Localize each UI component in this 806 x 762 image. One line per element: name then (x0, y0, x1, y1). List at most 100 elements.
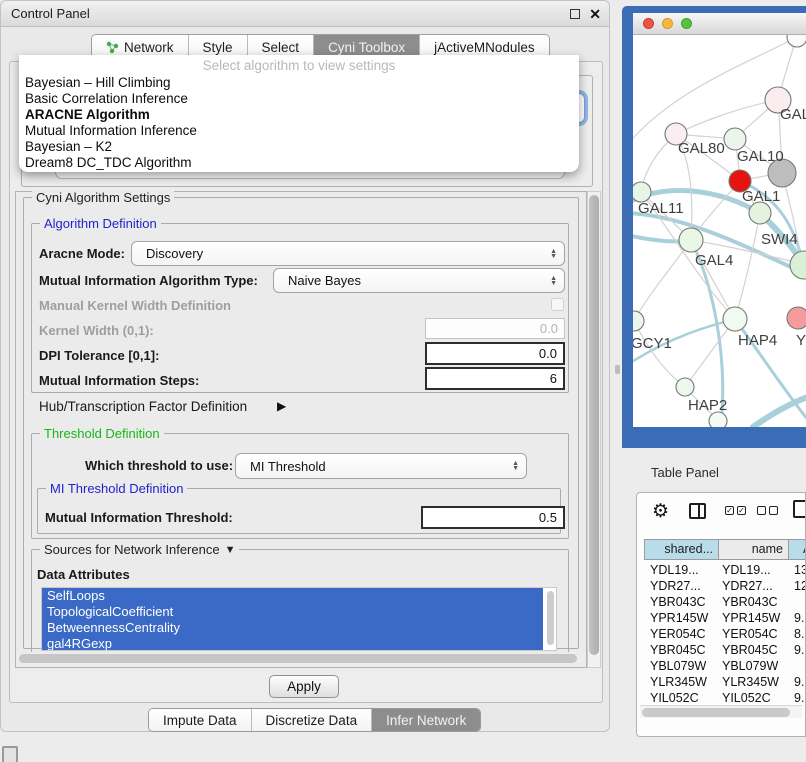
collapse-down-icon[interactable]: ▼ (225, 544, 236, 556)
minimize-traffic-light-icon[interactable] (662, 18, 673, 29)
column-header-name[interactable]: name (718, 539, 789, 560)
cell[interactable]: YBR043C (650, 594, 706, 611)
kernel-width-input[interactable]: 0.0 (425, 318, 565, 339)
apply-button[interactable]: Apply (269, 675, 339, 698)
dropdown-item[interactable]: Bayesian – Hill Climbing (19, 75, 579, 91)
close-icon[interactable]: ✕ (589, 5, 601, 23)
cell[interactable]: 9. (794, 642, 804, 659)
mi-type-combobox[interactable]: Naive Bayes ▲▼ (273, 268, 565, 293)
column-header-shared-name[interactable]: shared... (644, 539, 719, 560)
mi-steps-input[interactable]: 6 (425, 367, 565, 390)
mi-threshold-input[interactable]: 0.5 (421, 506, 565, 529)
tab-infer-network-label: Infer Network (386, 713, 466, 728)
node[interactable] (749, 202, 771, 224)
tab-discretize-data[interactable]: Discretize Data (252, 709, 373, 731)
node-label: Y (796, 332, 806, 349)
cell[interactable]: YBL079W (650, 658, 706, 675)
bottom-tabs: Impute Data Discretize Data Infer Networ… (148, 708, 481, 732)
node-gal10[interactable] (724, 128, 746, 150)
cell[interactable]: YER054C (722, 626, 778, 643)
cell[interactable]: YDR27... (650, 578, 701, 595)
tab-cyni-toolbox-label: Cyni Toolbox (328, 40, 405, 55)
cell[interactable]: YBR045C (650, 642, 706, 659)
column-header-cut[interactable]: A (788, 539, 806, 560)
select-all-checkboxes-icon[interactable]: ✓✓ (725, 506, 746, 515)
list-vertical-scrollbar[interactable] (546, 590, 555, 648)
cell[interactable]: YDL19... (650, 562, 699, 579)
tab-jactivemnodules-label: jActiveMNodules (434, 40, 535, 55)
list-item[interactable]: gal4RGexp (42, 636, 543, 651)
tab-network-label: Network (124, 40, 174, 55)
node-hap2[interactable] (676, 378, 694, 396)
tab-impute-data[interactable]: Impute Data (149, 709, 252, 731)
cell[interactable]: 8. (794, 626, 804, 643)
combo-arrows-icon: ▲▼ (550, 249, 557, 259)
manual-kernel-checkbox[interactable] (551, 298, 564, 311)
mi-steps-label: Mutual Information Steps: (39, 373, 199, 388)
list-item[interactable]: SelfLoops (42, 588, 543, 604)
node[interactable] (709, 412, 727, 427)
tab-infer-network[interactable]: Infer Network (372, 709, 480, 731)
node-hap4[interactable] (723, 307, 747, 331)
expand-right-icon[interactable]: ▶ (277, 399, 286, 413)
which-threshold-combobox[interactable]: MI Threshold ▲▼ (235, 453, 527, 479)
list-item[interactable]: TopologicalCoefficient (42, 604, 543, 620)
dpi-tolerance-input[interactable]: 0.0 (425, 342, 565, 365)
cell[interactable]: YLR345W (650, 674, 707, 691)
table-scrollbar-thumb[interactable] (642, 708, 790, 717)
list-scrollbar-thumb[interactable] (547, 591, 554, 645)
mi-threshold-label: Mutual Information Threshold: (45, 510, 233, 525)
table-horizontal-scrollbar[interactable] (640, 705, 802, 718)
aracne-mode-label: Aracne Mode: (39, 246, 125, 261)
dropdown-item-selected[interactable]: ARACNE Algorithm (19, 107, 579, 123)
mi-type-value: Naive Bayes (288, 273, 361, 288)
which-threshold-value: MI Threshold (250, 459, 326, 474)
network-canvas[interactable]: GAL GAL80 GAL10 GAL1 GAL11 SWI4 GAL4 GCY… (633, 35, 806, 427)
horizontal-scrollbar-thumb[interactable] (19, 654, 577, 663)
cell[interactable]: YDR27... (722, 578, 773, 595)
dropdown-item[interactable]: Basic Correlation Inference (19, 91, 579, 107)
node-gal4[interactable] (679, 228, 703, 252)
close-traffic-light-icon[interactable] (643, 18, 654, 29)
node[interactable] (787, 35, 806, 47)
dropdown-item[interactable]: Bayesian – K2 (19, 139, 579, 155)
cell[interactable]: YPR145W (722, 610, 780, 627)
control-panel-titlebar: Control Panel ✕ (1, 1, 609, 27)
node-gcy1[interactable] (633, 311, 644, 331)
cell[interactable]: YER054C (650, 626, 706, 643)
vertical-scrollbar[interactable] (587, 191, 601, 668)
float-window-icon[interactable] (570, 9, 580, 19)
dropdown-item[interactable]: Dream8 DC_TDC Algorithm (19, 155, 579, 171)
list-item[interactable]: BetweennessCentrality (42, 620, 543, 636)
network-icon (106, 41, 119, 54)
cell[interactable]: YBR043C (722, 594, 778, 611)
node[interactable] (790, 251, 806, 279)
control-panel-title: Control Panel (11, 6, 90, 21)
node-gal11[interactable] (633, 182, 651, 202)
new-table-icon[interactable] (793, 500, 806, 518)
aracne-mode-combobox[interactable]: Discovery ▲▼ (131, 241, 565, 266)
vertical-scrollbar-thumb[interactable] (589, 195, 599, 655)
node-salmon[interactable] (787, 307, 806, 329)
dropdown-item[interactable]: Mutual Information Inference (19, 123, 579, 139)
node-label: GAL80 (678, 140, 725, 157)
node-label: GAL (780, 106, 806, 123)
gear-icon[interactable]: ⚙ (652, 502, 669, 521)
cell[interactable]: 9. (794, 610, 804, 627)
columns-icon[interactable] (689, 503, 706, 519)
split-pane-handle[interactable] (615, 365, 620, 374)
cell[interactable]: YLR345W (722, 674, 779, 691)
table-panel-title: Table Panel (651, 465, 719, 480)
cell[interactable]: YBL079W (722, 658, 778, 675)
combo-arrows-icon: ▲▼ (512, 461, 519, 471)
cell[interactable]: YPR145W (650, 610, 708, 627)
cell[interactable]: YDL19... (722, 562, 771, 579)
deselect-all-checkboxes-icon[interactable] (757, 506, 778, 515)
cell[interactable]: 12 (794, 578, 806, 595)
zoom-traffic-light-icon[interactable] (681, 18, 692, 29)
cell[interactable]: 13 (794, 562, 806, 579)
cell[interactable]: YBR045C (722, 642, 778, 659)
collapsed-panel-icon[interactable] (2, 746, 18, 762)
cell[interactable]: 9. (794, 674, 804, 691)
horizontal-scrollbar[interactable] (16, 652, 586, 666)
